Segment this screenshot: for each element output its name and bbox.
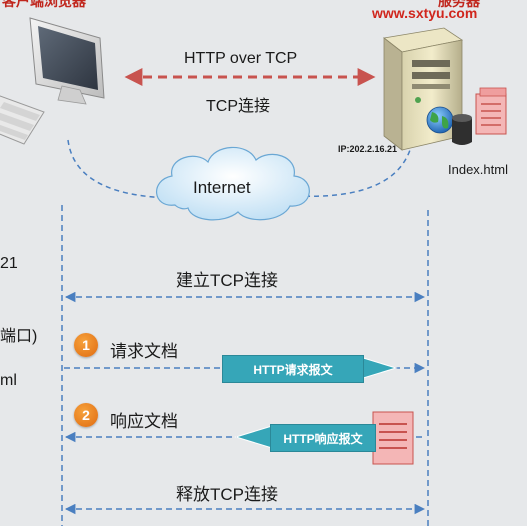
http-response-message-box: HTTP响应报文 bbox=[270, 424, 376, 452]
response-document-label: 响应文档 bbox=[110, 412, 178, 431]
protocol-label: HTTP over TCP bbox=[184, 50, 298, 67]
step-1-badge: 1 bbox=[74, 333, 98, 357]
globe-icon bbox=[426, 106, 454, 134]
request-document-label: 请求文档 bbox=[110, 342, 178, 361]
client-computer-icon bbox=[0, 17, 105, 145]
server-ip-label: IP:202.2.16.21 bbox=[338, 144, 398, 154]
release-tcp-label: 释放TCP连接 bbox=[176, 485, 278, 504]
response-message-arrow-tip bbox=[234, 425, 273, 449]
internet-label: Internet bbox=[193, 178, 251, 197]
client-browser-label: 客户端浏览器 bbox=[2, 0, 86, 9]
response-document-icon bbox=[372, 411, 414, 465]
index-file-label: Index.html bbox=[448, 162, 508, 177]
http-request-message-box: HTTP请求报文 bbox=[222, 355, 364, 383]
tcp-connection-label: TCP连接 bbox=[206, 98, 271, 115]
network-arc bbox=[67, 139, 171, 199]
left-margin-text-1: 21 bbox=[0, 255, 18, 272]
database-icon bbox=[452, 114, 472, 145]
network-arc-right bbox=[295, 149, 411, 198]
left-margin-text-3: ml bbox=[0, 372, 17, 389]
left-margin-text-2: 端口) bbox=[0, 328, 38, 345]
request-message-arrow-tip bbox=[359, 356, 398, 380]
server-icon bbox=[383, 27, 464, 151]
diagram-canvas bbox=[0, 17, 507, 526]
server-url: www.sxtyu.com bbox=[372, 5, 478, 21]
index-document-icon bbox=[475, 87, 507, 135]
step-2-badge: 2 bbox=[74, 403, 98, 427]
establish-tcp-label: 建立TCP连接 bbox=[176, 271, 278, 290]
